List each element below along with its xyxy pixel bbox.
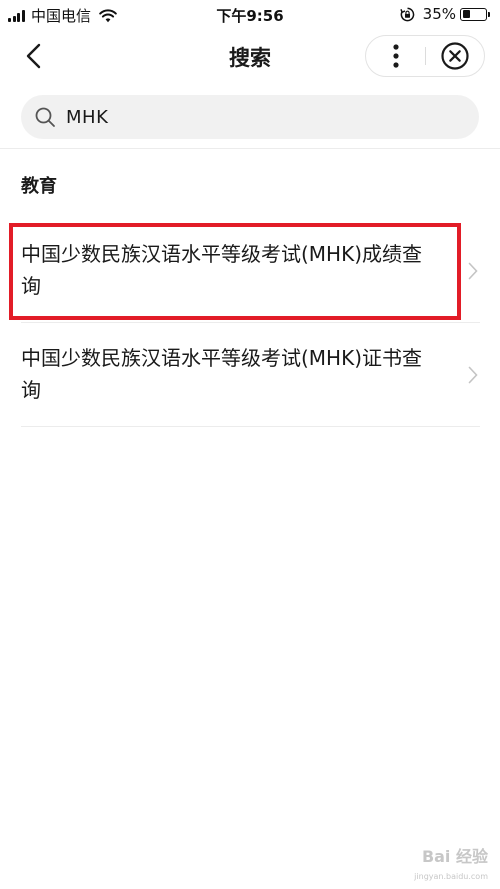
chevron-right-icon xyxy=(468,262,478,280)
divider xyxy=(21,426,480,427)
search-icon xyxy=(35,107,55,127)
watermark-text: Bai 经验 xyxy=(421,847,488,866)
result-item-score-query[interactable]: 中国少数民族汉语水平等级考试(MHK)成绩查询 xyxy=(0,238,500,322)
status-right: 35% xyxy=(399,5,490,23)
more-button[interactable] xyxy=(366,36,425,76)
result-title: 中国少数民族汉语水平等级考试(MHK)证书查询 xyxy=(21,346,423,402)
chevron-right-icon xyxy=(468,366,478,384)
result-item-certificate-query[interactable]: 中国少数民族汉语水平等级考试(MHK)证书查询 xyxy=(0,342,500,426)
search-query: MHK xyxy=(66,106,109,128)
watermark-url: jingyan.baidu.com xyxy=(414,872,488,881)
close-circle-icon xyxy=(441,42,469,70)
screen: 中国电信 下午9:56 35% 搜索 MHK 教育 中国少数民族汉语水平等级考试… xyxy=(0,0,500,889)
battery-percent: 35% xyxy=(422,5,456,23)
status-bar: 中国电信 下午9:56 35% xyxy=(0,0,500,30)
nav-bar: 搜索 xyxy=(0,30,500,84)
result-title: 中国少数民族汉语水平等级考试(MHK)成绩查询 xyxy=(21,242,423,298)
rotation-lock-icon xyxy=(399,7,414,21)
battery-icon xyxy=(460,7,487,21)
search-input[interactable]: MHK xyxy=(21,95,479,139)
divider xyxy=(21,322,480,323)
section-title: 教育 xyxy=(21,176,57,197)
divider xyxy=(0,148,500,149)
more-vertical-icon xyxy=(393,44,399,68)
close-button[interactable] xyxy=(426,36,484,76)
mini-program-capsule xyxy=(365,35,485,77)
